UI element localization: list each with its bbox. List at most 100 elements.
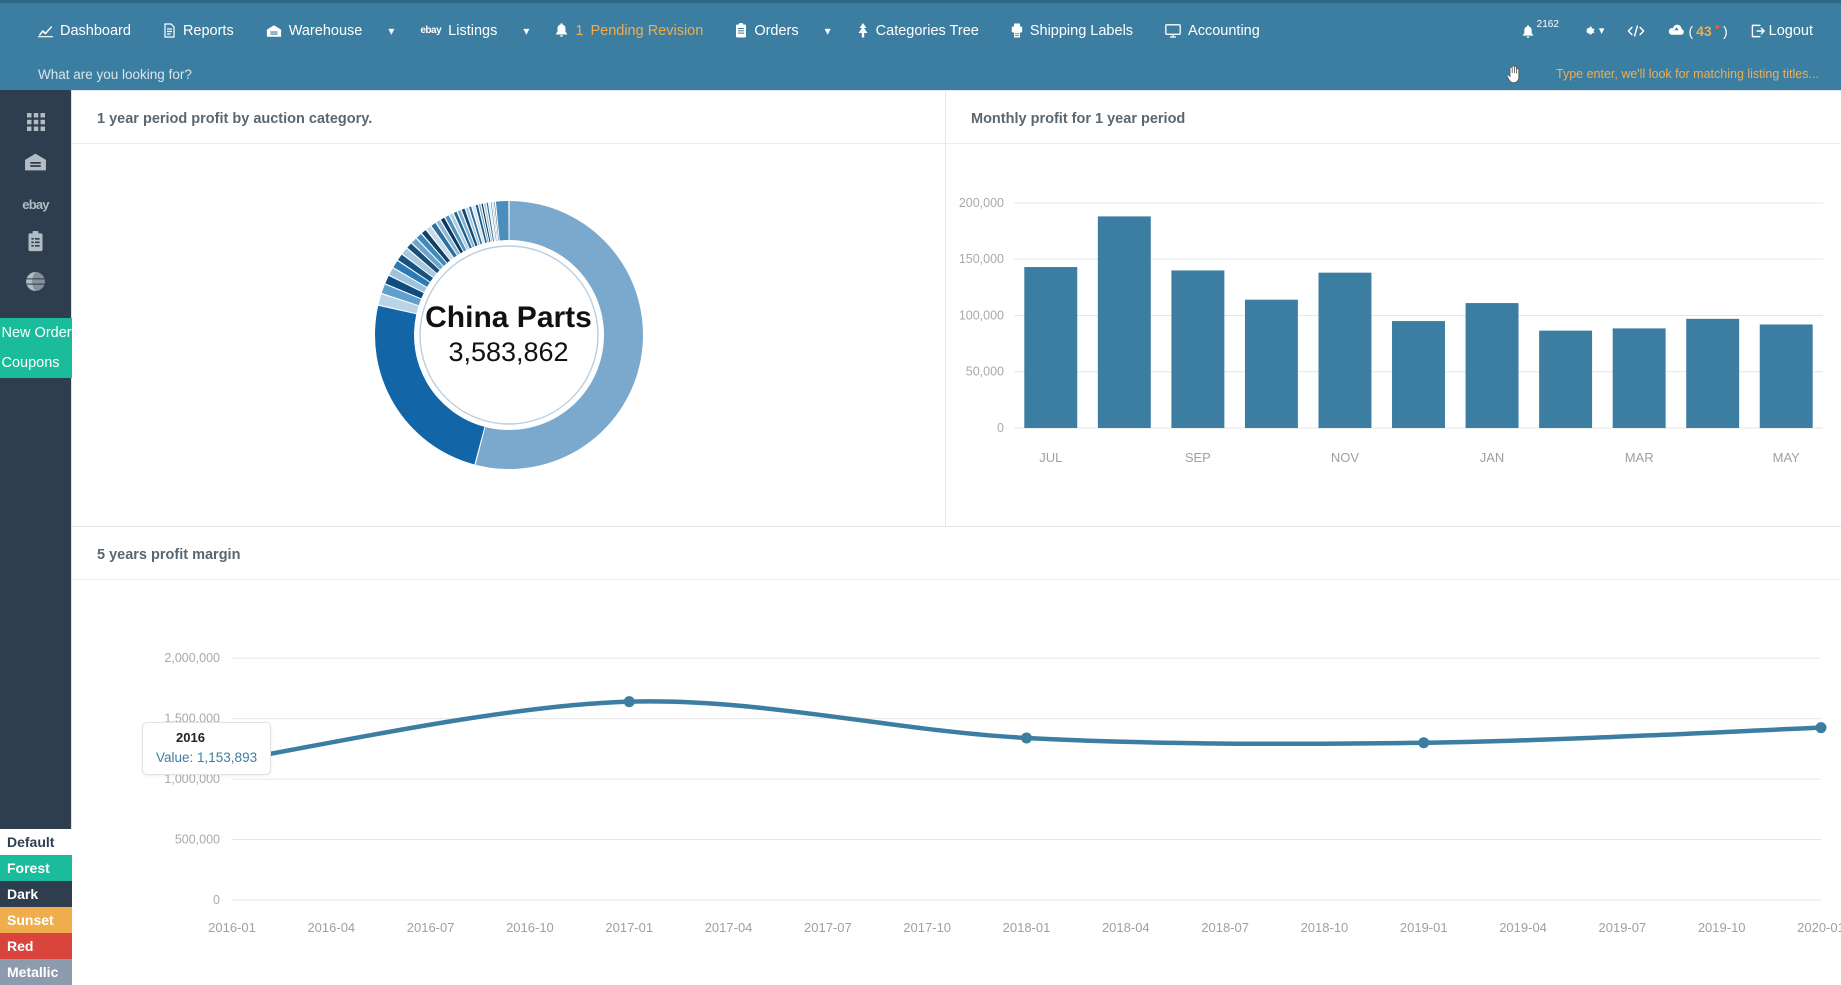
nav-label: Warehouse — [289, 23, 363, 39]
coupons-button[interactable]: Coupons — [0, 348, 72, 378]
globe-icon — [25, 271, 46, 297]
settings-button[interactable]: ▾ — [1572, 24, 1615, 38]
monitor-icon — [1165, 24, 1181, 38]
line-chart[interactable]: 0500,0001,000,0001,500,0002,000,0002016-… — [72, 580, 1841, 985]
svg-text:1,000,000: 1,000,000 — [164, 772, 220, 786]
notifications-button[interactable]: 2162 — [1512, 23, 1569, 39]
theme-option-sunset[interactable]: Sunset — [0, 907, 75, 933]
nav-item-orders[interactable]: Orders — [719, 3, 814, 58]
nav-item-dashboard[interactable]: Dashboard — [22, 3, 147, 58]
search-input[interactable] — [38, 61, 1508, 87]
svg-text:100,000: 100,000 — [959, 308, 1004, 322]
nav-item-categories-tree[interactable]: Categories Tree — [841, 3, 995, 58]
clipboard-icon — [735, 23, 747, 38]
donut-chart[interactable] — [344, 170, 674, 500]
search-bar: Type enter, we'll look for matching list… — [0, 58, 1841, 90]
donut-panel-title: 1 year period profit by auction category… — [72, 91, 945, 144]
new-order-button[interactable]: New Order — [0, 318, 72, 348]
developer-code-button[interactable] — [1617, 24, 1655, 38]
line-chart-panel: 5 years profit margin 0500,0001,000,0001… — [72, 527, 1841, 985]
new-order-label: New Order — [2, 325, 72, 341]
svg-text:500,000: 500,000 — [175, 833, 220, 847]
nav-item-listings[interactable]: ebay Listings — [404, 3, 513, 58]
sidebar-item-global[interactable] — [0, 264, 72, 304]
cloud-close-paren: ) — [1723, 23, 1728, 39]
theme-switcher: Default Forest Dark Sunset Red Metallic — [0, 829, 75, 985]
svg-text:2017-01: 2017-01 — [605, 920, 653, 935]
sidebar-item-ebay[interactable]: ebay — [0, 184, 72, 224]
nav-label: Pending Revision — [590, 23, 703, 39]
svg-text:2018-04: 2018-04 — [1102, 920, 1150, 935]
bar-chart-panel: Monthly profit for 1 year period 050,000… — [946, 90, 1841, 527]
theme-label: Red — [7, 938, 33, 954]
bell-icon — [1522, 25, 1534, 39]
nav-item-accounting[interactable]: Accounting — [1149, 3, 1276, 58]
cloud-upload-icon — [1668, 24, 1685, 37]
nav-item-pending-revision[interactable]: 1 Pending Revision — [539, 3, 719, 58]
theme-label: Metallic — [7, 964, 58, 980]
ebay-icon: ebay — [420, 25, 441, 36]
warehouse-icon — [24, 152, 47, 177]
cloud-upload-button[interactable]: ( 43 • ) — [1658, 23, 1737, 39]
bar-chart[interactable]: 050,000100,000150,000200,000JULSEPNOVJAN… — [946, 144, 1841, 526]
sidebar-item-warehouse[interactable] — [0, 144, 72, 184]
coupons-label: Coupons — [2, 355, 60, 371]
svg-text:200,000: 200,000 — [959, 196, 1004, 210]
svg-text:2016-01: 2016-01 — [208, 920, 256, 935]
nav-label: Accounting — [1188, 23, 1260, 39]
svg-text:0: 0 — [213, 893, 220, 907]
nav-right-group: 2162 ▾ ( 43 • ) Logout — [1512, 23, 1841, 39]
chevron-down-icon-orders[interactable]: ▾ — [815, 24, 841, 38]
cloud-status-dot: • — [1715, 24, 1720, 32]
theme-option-forest[interactable]: Forest — [0, 855, 75, 881]
svg-text:2016-04: 2016-04 — [307, 920, 355, 935]
warehouse-icon — [266, 24, 282, 38]
pending-count: 1 — [575, 23, 583, 39]
search-hint-text: Type enter, we'll look for matching list… — [1556, 67, 1819, 81]
nav-left-group: Dashboard Reports Warehouse ▾ ebay Listi… — [0, 3, 1276, 58]
gear-icon — [1582, 24, 1596, 38]
nav-item-reports[interactable]: Reports — [147, 3, 250, 58]
notification-count: 2162 — [1537, 19, 1559, 30]
main-content: 1 year period profit by auction category… — [72, 90, 1841, 985]
svg-text:2016-10: 2016-10 — [506, 920, 554, 935]
svg-text:0: 0 — [997, 421, 1004, 435]
sidebar-item-orders[interactable] — [0, 224, 72, 264]
theme-label: Default — [7, 834, 54, 850]
svg-text:2018-01: 2018-01 — [1003, 920, 1051, 935]
settings-caret: ▾ — [1599, 24, 1605, 37]
svg-text:2016-07: 2016-07 — [407, 920, 455, 935]
sidebar-item-dashboard[interactable] — [0, 104, 72, 144]
tree-icon — [857, 23, 869, 38]
svg-text:NOV: NOV — [1331, 450, 1360, 465]
logout-button[interactable]: Logout — [1741, 23, 1823, 39]
cloud-count: 43 — [1696, 23, 1712, 39]
svg-text:150,000: 150,000 — [959, 252, 1004, 266]
nav-item-shipping-labels[interactable]: Shipping Labels — [995, 3, 1149, 58]
line-panel-title: 5 years profit margin — [72, 527, 1841, 580]
theme-option-metallic[interactable]: Metallic — [0, 959, 75, 985]
line-chart-body: 0500,0001,000,0001,500,0002,000,0002016-… — [72, 580, 1841, 985]
top-navigation-bar: Dashboard Reports Warehouse ▾ ebay Listi… — [0, 0, 1841, 58]
chevron-down-icon-listings[interactable]: ▾ — [513, 24, 539, 38]
charts-top-row: 1 year period profit by auction category… — [72, 90, 1841, 527]
theme-label: Sunset — [7, 912, 54, 928]
chart-line-icon — [38, 23, 53, 38]
svg-text:2018-07: 2018-07 — [1201, 920, 1249, 935]
nav-label: Listings — [448, 23, 497, 39]
svg-text:2017-07: 2017-07 — [804, 920, 852, 935]
grid-icon — [26, 112, 46, 137]
theme-option-default[interactable]: Default — [0, 829, 75, 855]
nav-item-warehouse[interactable]: Warehouse — [250, 3, 379, 58]
theme-option-dark[interactable]: Dark — [0, 881, 75, 907]
svg-text:2017-10: 2017-10 — [903, 920, 951, 935]
theme-label: Forest — [7, 860, 50, 876]
svg-text:2018-10: 2018-10 — [1301, 920, 1349, 935]
bell-icon — [555, 23, 568, 38]
chevron-down-icon-warehouse[interactable]: ▾ — [378, 24, 404, 38]
svg-text:JUL: JUL — [1039, 450, 1062, 465]
svg-text:2019-01: 2019-01 — [1400, 920, 1448, 935]
theme-option-red[interactable]: Red — [0, 933, 75, 959]
svg-text:2019-04: 2019-04 — [1499, 920, 1547, 935]
left-sidebar: ebay New Order Coupons Default Forest Da… — [0, 90, 72, 985]
